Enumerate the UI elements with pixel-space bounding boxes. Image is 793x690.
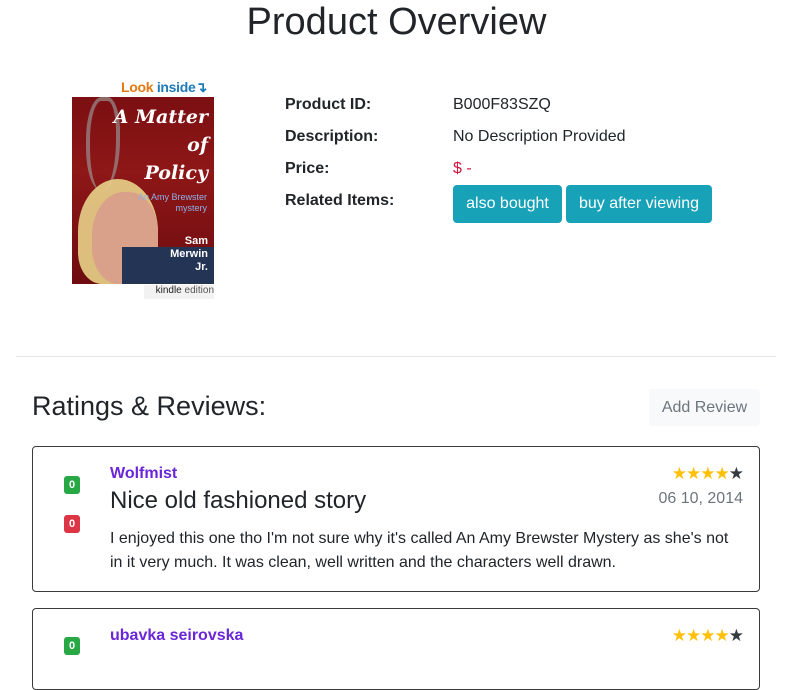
section-divider bbox=[16, 356, 776, 357]
price-row: Price: $ - bbox=[285, 157, 745, 181]
product-id-label: Product ID: bbox=[285, 96, 372, 113]
upvote-button[interactable]: 0 bbox=[64, 637, 80, 655]
reviewer-name[interactable]: ubavka seirovska bbox=[110, 627, 243, 645]
add-review-button[interactable]: Add Review bbox=[649, 389, 760, 426]
inside-label: inside bbox=[156, 79, 196, 95]
review-title: Nice old fashioned story bbox=[110, 487, 367, 514]
description-label: Description: bbox=[285, 128, 379, 145]
review-text: I enjoyed this one tho I'm not sure why … bbox=[110, 530, 729, 571]
cover-subtitle: An Amy Brewster mystery bbox=[137, 192, 207, 213]
related-items-label: Related Items: bbox=[285, 192, 395, 209]
arrow-down-icon: ↴ bbox=[195, 79, 208, 95]
product-id-row: Product ID: B000F83SZQ bbox=[285, 93, 745, 117]
description-value: No Description Provided bbox=[453, 128, 626, 145]
price-label: Price: bbox=[285, 160, 330, 177]
book-cover[interactable]: Look inside↴ A Matter of Policy An Amy B… bbox=[72, 79, 217, 301]
star-rating: ★★★★★ bbox=[671, 464, 744, 483]
buy-after-viewing-button[interactable]: buy after viewing bbox=[566, 185, 712, 223]
description-row: Description: No Description Provided bbox=[285, 125, 745, 149]
cover-author: Sam Merwin Jr. bbox=[170, 235, 208, 273]
look-inside-badge[interactable]: Look inside↴ bbox=[121, 79, 207, 96]
star-filled-icon: ★★★★ bbox=[671, 464, 730, 483]
cover-title: A Matter of Policy bbox=[113, 106, 208, 184]
reviews-section-title: Ratings & Reviews: bbox=[32, 391, 267, 421]
reviewer-name[interactable]: Wolfmist bbox=[110, 465, 177, 483]
page-title: Product Overview bbox=[246, 1, 547, 43]
price-value: $ - bbox=[453, 160, 472, 177]
star-empty-icon: ★ bbox=[728, 464, 744, 483]
star-empty-icon: ★ bbox=[728, 626, 744, 645]
cover-image: A Matter of Policy An Amy Brewster myste… bbox=[72, 97, 214, 284]
review-card: 0 0 Wolfmist Nice old fashioned story ★★… bbox=[32, 446, 760, 592]
look-label: Look bbox=[121, 79, 154, 95]
also-bought-button[interactable]: also bought bbox=[453, 185, 562, 223]
product-id-value: B000F83SZQ bbox=[453, 96, 551, 113]
kindle-edition-label: kindle edition bbox=[144, 285, 214, 299]
upvote-button[interactable]: 0 bbox=[64, 476, 80, 494]
downvote-button[interactable]: 0 bbox=[64, 515, 80, 533]
star-filled-icon: ★★★★ bbox=[671, 626, 730, 645]
star-rating: ★★★★★ bbox=[671, 626, 744, 645]
review-date: 06 10, 2014 bbox=[658, 490, 743, 507]
review-card: 0 ubavka seirovska ★★★★★ bbox=[32, 608, 760, 690]
related-items-row: Related Items: also bought buy after vie… bbox=[285, 185, 745, 223]
